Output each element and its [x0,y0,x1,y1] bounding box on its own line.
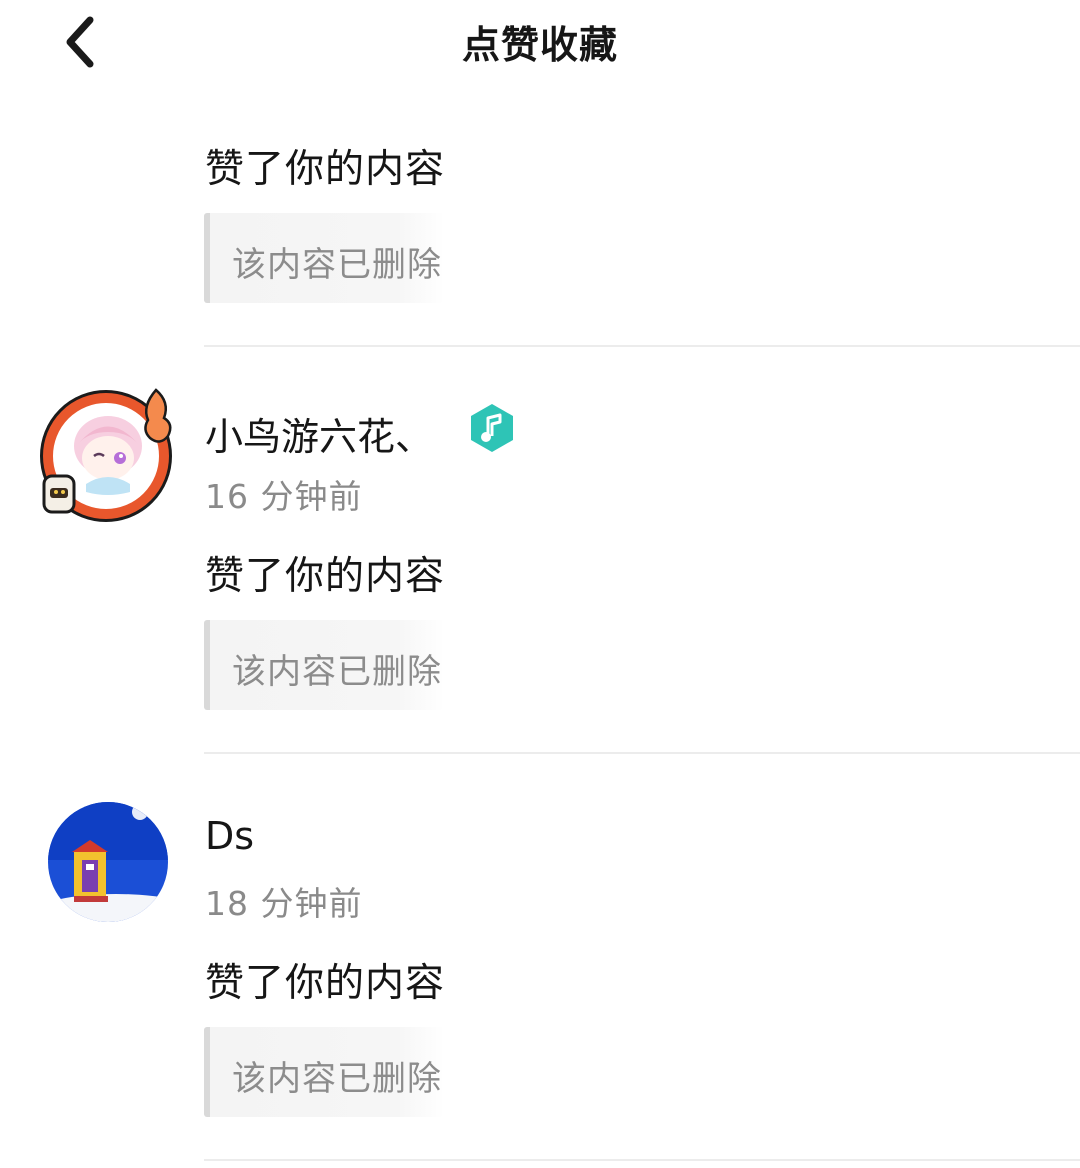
user-name[interactable]: 小鸟游六花、 [205,406,433,461]
deleted-content-card[interactable]: 该内容已删除 [204,213,444,303]
deleted-content-text: 该内容已删除 [232,245,442,285]
action-text: 赞了你的内容 [205,961,446,1006]
timestamp: 18 分钟前 [205,884,363,923]
anime-avatar-image [40,388,172,522]
top-bar: 点赞收藏 [0,0,1080,90]
divider [204,1159,1080,1161]
deleted-content-card[interactable]: 该内容已删除 [204,1027,444,1117]
action-text: 赞了你的内容 [205,147,446,192]
user-name[interactable]: Ds [205,814,254,858]
deleted-content-card[interactable]: 该内容已删除 [204,620,444,710]
beach-hut-avatar-image [48,802,168,922]
page-title: 点赞收藏 [461,23,618,67]
timestamp: 16 分钟前 [205,477,363,516]
divider [204,752,1080,754]
avatar[interactable] [46,800,170,924]
action-text: 赞了你的内容 [205,554,446,599]
deleted-content-text: 该内容已删除 [232,1059,442,1099]
music-note-icon [467,402,517,454]
avatar[interactable] [38,384,180,526]
divider [204,345,1080,347]
deleted-content-text: 该内容已删除 [232,652,442,692]
